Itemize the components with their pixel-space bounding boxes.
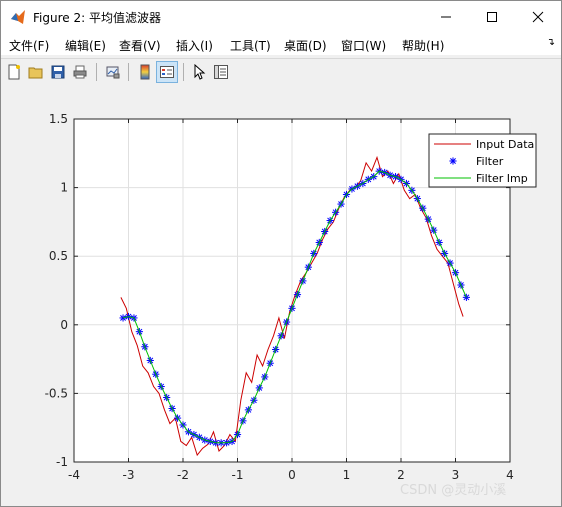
printer-icon bbox=[73, 65, 87, 79]
x-tick-label: -3 bbox=[123, 468, 135, 482]
menu-file[interactable]: 文件(F) bbox=[9, 37, 49, 54]
new-figure-button[interactable] bbox=[4, 62, 24, 82]
property-inspector-button[interactable] bbox=[211, 62, 231, 82]
figure-canvas: -4 -3 -2 -1 0 1 2 3 4 -1 -0.5 0 0.5 1 1.5 Input Data Fi… bbox=[1, 85, 561, 506]
matlab-logo-icon bbox=[10, 9, 26, 25]
legend-marker-swatch bbox=[449, 157, 457, 165]
menu-window[interactable]: 窗口(W) bbox=[341, 37, 386, 54]
y-tick-label: 0.5 bbox=[49, 249, 68, 263]
open-folder-icon bbox=[28, 67, 43, 79]
y-tick-label: -1 bbox=[56, 455, 68, 469]
close-button[interactable] bbox=[515, 1, 561, 33]
menu-desktop[interactable]: 桌面(D) bbox=[284, 37, 327, 54]
y-tick-label: 0 bbox=[60, 318, 68, 332]
plot-figure[interactable]: -4 -3 -2 -1 0 1 2 3 4-1-0.500.511.5 Input DataFi… bbox=[1, 85, 561, 506]
x-tick-label: -4 bbox=[68, 468, 80, 482]
insert-colorbar-button[interactable] bbox=[135, 62, 155, 82]
maximize-icon bbox=[487, 12, 497, 22]
figure-window: Figure 2: 平均值滤波器 文件(F) 编辑(E) 查看(V) 插入(I)… bbox=[0, 0, 562, 507]
x-tick-label: -2 bbox=[177, 468, 189, 482]
insert-legend-button[interactable] bbox=[156, 61, 178, 83]
y-tick-label: -0.5 bbox=[45, 386, 68, 400]
save-button[interactable] bbox=[48, 62, 68, 82]
x-tick-label: 0 bbox=[288, 468, 296, 482]
open-file-button[interactable] bbox=[26, 62, 46, 82]
menu-help[interactable]: 帮助(H) bbox=[402, 37, 444, 54]
y-tick-label: 1 bbox=[60, 181, 68, 195]
pointer-arrow-icon bbox=[194, 64, 206, 80]
new-file-icon bbox=[8, 64, 20, 80]
menu-overflow-arrow-icon[interactable]: ↴ bbox=[547, 37, 555, 48]
legend[interactable]: Input Data Filter Filter Imp bbox=[428, 133, 537, 188]
menu-bar: 文件(F) 编辑(E) 查看(V) 插入(I) 工具(T) 桌面(D) 窗口(W… bbox=[1, 33, 561, 55]
link-plot-button[interactable] bbox=[103, 62, 123, 82]
x-tick-label: 4 bbox=[506, 468, 514, 482]
menu-tools[interactable]: 工具(T) bbox=[230, 37, 271, 54]
legend-label: Input Data bbox=[476, 138, 534, 151]
toolbar-separator bbox=[183, 63, 184, 81]
menu-insert[interactable]: 插入(I) bbox=[176, 37, 213, 54]
close-icon bbox=[532, 11, 544, 23]
edit-plot-button[interactable] bbox=[189, 62, 209, 82]
save-disk-icon bbox=[51, 65, 65, 79]
watermark: CSDN @灵动小溪 bbox=[400, 483, 507, 498]
toolbar-separator bbox=[128, 63, 129, 81]
window-title: Figure 2: 平均值滤波器 bbox=[33, 11, 161, 25]
x-tick-label: -1 bbox=[232, 468, 244, 482]
minimize-icon bbox=[441, 16, 451, 18]
print-button[interactable] bbox=[70, 62, 90, 82]
title-bar[interactable]: Figure 2: 平均值滤波器 bbox=[1, 1, 561, 33]
menu-edit[interactable]: 编辑(E) bbox=[65, 37, 106, 54]
minimize-button[interactable] bbox=[423, 1, 469, 33]
y-tick-label: 1.5 bbox=[49, 112, 68, 126]
link-plot-icon bbox=[106, 66, 120, 79]
colorbar-icon bbox=[140, 64, 150, 80]
x-tick-label: 1 bbox=[343, 468, 351, 482]
legend-label: Filter Imp bbox=[476, 172, 528, 185]
maximize-button[interactable] bbox=[469, 1, 515, 33]
figure-toolbar bbox=[1, 58, 561, 86]
property-inspector-icon bbox=[214, 65, 228, 79]
legend-icon bbox=[160, 66, 174, 78]
menu-view[interactable]: 查看(V) bbox=[119, 37, 161, 54]
toolbar-separator bbox=[96, 63, 97, 81]
legend-label: Filter bbox=[476, 155, 504, 168]
